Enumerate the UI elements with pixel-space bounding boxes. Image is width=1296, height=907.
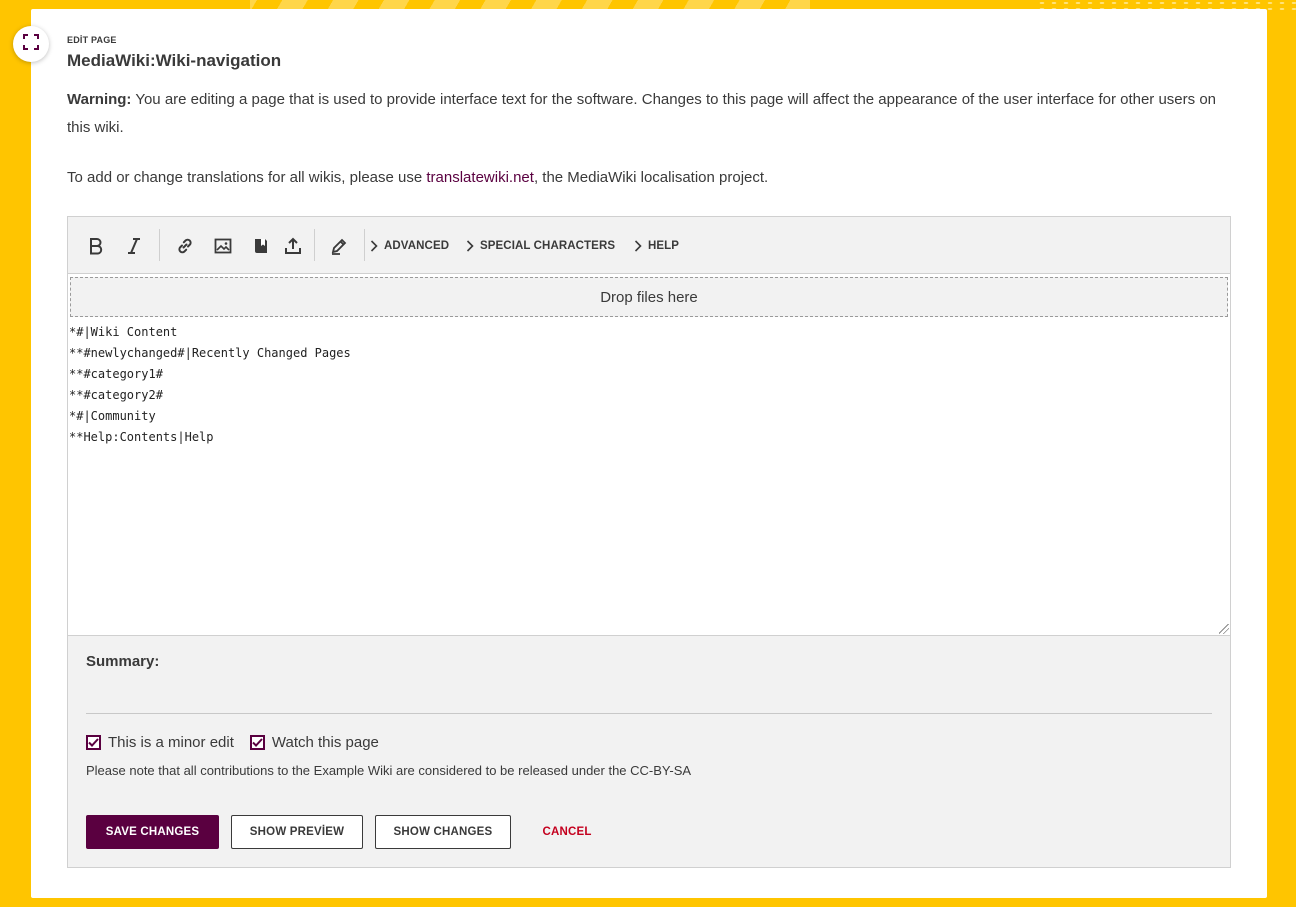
translation-note-suffix: , the MediaWiki localisation project. [533, 169, 769, 186]
resize-handle[interactable] [1219, 624, 1229, 634]
warning-text: You are editing a page that is used to p… [67, 91, 1217, 136]
insert-reference-button[interactable] [248, 233, 274, 259]
toolbar-menu-special-characters[interactable]: SPECIAL CHARACTERS [466, 237, 615, 255]
pencil-icon [330, 237, 348, 255]
reference-icon [253, 237, 269, 255]
wikitext-editor: ADVANCED SPECIAL CHARACTERS HELP Drop fi… [67, 216, 1231, 636]
toolbar-menu-label: SPECIAL CHARACTERS [480, 240, 616, 252]
minor-edit-checkbox[interactable] [86, 735, 101, 750]
file-dropzone[interactable]: Drop files here [70, 277, 1228, 317]
toolbar-menu-advanced[interactable]: ADVANCED [370, 237, 449, 255]
edit-checkboxes: This is a minor edit Watch this page [86, 734, 395, 751]
toolbar-separator [314, 229, 315, 261]
edit-options-panel: Summary: This is a minor edit Watch this… [67, 635, 1231, 868]
italic-button[interactable] [121, 233, 147, 259]
translatewiki-link[interactable]: translatewiki.net [426, 169, 534, 186]
summary-label: Summary: [86, 653, 160, 670]
insert-link-button[interactable] [172, 233, 198, 259]
show-changes-button[interactable]: SHOW CHANGES [375, 815, 511, 849]
toolbar-menu-label: ADVANCED [384, 240, 450, 252]
cancel-button[interactable]: CANCEL [526, 815, 608, 849]
page-title: MediaWiki:Wiki-navigation [67, 51, 282, 70]
chevron-right-icon [634, 240, 642, 252]
chevron-right-icon [466, 240, 474, 252]
link-icon [176, 237, 194, 255]
license-notice: Please note that all contributions to th… [86, 763, 692, 778]
toolbar-separator [159, 229, 160, 261]
warning-label: Warning: [67, 91, 132, 108]
show-preview-button[interactable]: SHOW PREVİEW [231, 815, 363, 849]
editor-toolbar: ADVANCED SPECIAL CHARACTERS HELP [68, 217, 1230, 274]
expand-icon [23, 33, 39, 55]
bold-button[interactable] [83, 233, 109, 259]
watch-page-option[interactable]: Watch this page [249, 734, 379, 751]
watch-page-checkbox[interactable] [249, 735, 265, 750]
italic-icon [126, 237, 142, 255]
upload-icon [284, 237, 302, 255]
wikitext-textarea[interactable]: *#|Wiki Content **#newlychanged#|Recentl… [69, 322, 1229, 634]
toolbar-menu-label: HELP [648, 240, 680, 252]
interface-warning: Warning: You are editing a page that is … [67, 86, 1227, 142]
page-kicker: EDİT PAGE [67, 35, 117, 45]
summary-input[interactable] [86, 684, 1212, 714]
image-icon [214, 237, 232, 255]
watch-page-label: Watch this page [271, 734, 379, 751]
checkmark-icon [252, 738, 263, 747]
toolbar-menu-help[interactable]: HELP [634, 237, 679, 255]
fullscreen-toggle-button[interactable] [13, 26, 49, 62]
save-changes-button[interactable]: SAVE CHANGES [86, 815, 219, 849]
signature-button[interactable] [326, 233, 352, 259]
upload-button[interactable] [280, 233, 306, 259]
minor-edit-option[interactable]: This is a minor edit [86, 734, 234, 751]
translation-note-prefix: To add or change translations for all wi… [67, 169, 427, 186]
checkmark-icon [88, 738, 99, 747]
bold-icon [88, 237, 104, 255]
chevron-right-icon [370, 240, 378, 252]
toolbar-separator [364, 229, 365, 261]
insert-image-button[interactable] [210, 233, 236, 259]
minor-edit-label: This is a minor edit [108, 734, 234, 751]
translation-note: To add or change translations for all wi… [67, 166, 768, 190]
